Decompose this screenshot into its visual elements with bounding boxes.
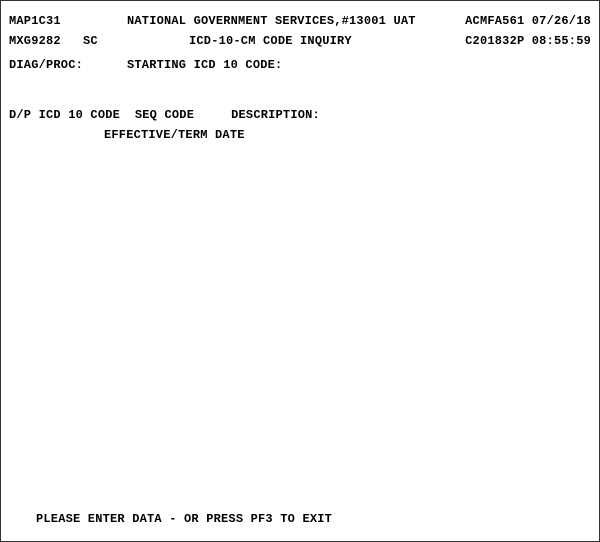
sys-time: C201832P 08:55:59 xyxy=(413,31,591,51)
indent xyxy=(9,125,104,145)
system-id: C201832P xyxy=(465,34,524,48)
header-date: 07/26/18 xyxy=(532,14,591,28)
screen-id: MAP1C31 xyxy=(9,11,127,31)
region-code: SC xyxy=(83,34,98,48)
txn-region: MXG9282 SC xyxy=(9,31,189,51)
header-row-2: MXG9282 SC ICD-10-CM CODE INQUIRY C20183… xyxy=(9,31,591,51)
column-headers-2: EFFECTIVE/TERM DATE xyxy=(9,125,591,145)
col-description: DESCRIPTION: xyxy=(231,108,320,122)
header-row-1: MAP1C31 NATIONAL GOVERNMENT SERVICES,#13… xyxy=(9,11,591,31)
program-date: ACMFA561 07/26/18 xyxy=(443,11,591,31)
footer-message: PLEASE ENTER DATA - OR PRESS PF3 TO EXIT xyxy=(36,509,332,529)
col-icd10: ICD 10 CODE xyxy=(39,108,120,122)
col-effective-term: EFFECTIVE/TERM DATE xyxy=(104,125,245,145)
starting-code-label[interactable]: STARTING ICD 10 CODE: xyxy=(127,55,282,75)
col-dp: D/P xyxy=(9,108,31,122)
col-code: CODE xyxy=(164,108,194,122)
column-header-text: D/P ICD 10 CODE SEQ CODE DESCRIPTION: xyxy=(9,105,320,125)
column-headers: D/P ICD 10 CODE SEQ CODE DESCRIPTION: xyxy=(9,105,591,125)
prompt-row: DIAG/PROC: STARTING ICD 10 CODE: xyxy=(9,55,591,75)
program-id: ACMFA561 xyxy=(465,14,524,28)
header-time: 08:55:59 xyxy=(532,34,591,48)
col-seq: SEQ xyxy=(135,108,157,122)
screen-title: ICD-10-CM CODE INQUIRY xyxy=(189,31,413,51)
organization-text: NATIONAL GOVERNMENT SERVICES,#13001 UAT xyxy=(127,11,443,31)
transaction-id: MXG9282 xyxy=(9,34,61,48)
diag-proc-label: DIAG/PROC: xyxy=(9,55,127,75)
